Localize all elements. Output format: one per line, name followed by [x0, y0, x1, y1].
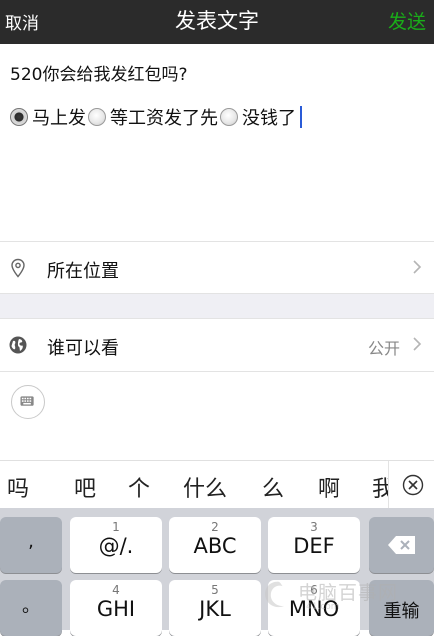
keyboard-icon	[20, 396, 34, 406]
watermark-swirl-icon	[265, 581, 285, 608]
key-period[interactable]: 。	[0, 580, 62, 636]
radio-icon	[220, 108, 238, 126]
page-title: 发表文字	[175, 9, 259, 33]
divider	[0, 371, 434, 372]
compose-area[interactable]: 520你会给我发红包吗? 马上发 等工资发了先 没钱了	[0, 44, 434, 241]
compose-question-text: 520你会给我发红包吗?	[10, 65, 188, 85]
text-cursor	[300, 106, 302, 128]
key-2[interactable]: 2 ABC	[169, 517, 261, 573]
candidate-bar: 吗 吧 个 什么 么 啊 我	[0, 460, 434, 509]
radio-icon-selected	[10, 108, 28, 126]
chevron-right-icon	[413, 260, 422, 274]
candidate-word[interactable]: 吗	[7, 471, 29, 503]
chevron-right-icon	[413, 337, 422, 351]
option-label: 等工资发了先	[110, 108, 218, 129]
send-button[interactable]: 发送	[388, 7, 426, 34]
candidate-word[interactable]: 啊	[318, 471, 340, 503]
candidate-word[interactable]: 什么	[183, 471, 227, 503]
candidate-word[interactable]: 吧	[74, 471, 96, 503]
option-label: 没钱了	[242, 108, 296, 129]
watermark-text: 电脑百事网	[298, 582, 399, 604]
location-label: 所在位置	[47, 261, 119, 282]
backspace-icon	[388, 536, 415, 554]
nav-bar: 取消 发表文字 发送	[0, 0, 434, 44]
key-1[interactable]: 1 @/.	[70, 517, 162, 573]
candidate-word[interactable]: 么	[262, 471, 284, 503]
visibility-value: 公开	[367, 339, 400, 358]
key-3[interactable]: 3 DEF	[268, 517, 360, 573]
input-toolbar	[0, 374, 434, 430]
option-label: 马上发	[32, 108, 86, 129]
compose-options-line: 马上发 等工资发了先 没钱了	[10, 104, 302, 130]
visibility-label: 谁可以看	[47, 338, 119, 359]
candidate-word[interactable]: 个	[128, 471, 150, 503]
section-gap	[0, 294, 434, 318]
visibility-row[interactable]: 谁可以看 公开	[0, 319, 434, 371]
close-circle-icon	[402, 474, 424, 496]
location-pin-icon	[11, 258, 25, 278]
key-4[interactable]: 4 GHI	[70, 580, 162, 636]
globe-icon	[9, 336, 27, 354]
keyboard-toggle-button[interactable]	[11, 385, 45, 419]
watermark-subtext: 41.com	[306, 602, 340, 612]
key-comma[interactable]: ,	[0, 517, 62, 573]
location-row[interactable]: 所在位置	[0, 242, 434, 294]
radio-icon	[88, 108, 106, 126]
watermark-logo: 电脑百事网 41.com	[258, 576, 434, 630]
key-5[interactable]: 5 JKL	[169, 580, 261, 636]
delete-key[interactable]	[369, 517, 434, 573]
candidate-close-button[interactable]	[388, 461, 434, 509]
